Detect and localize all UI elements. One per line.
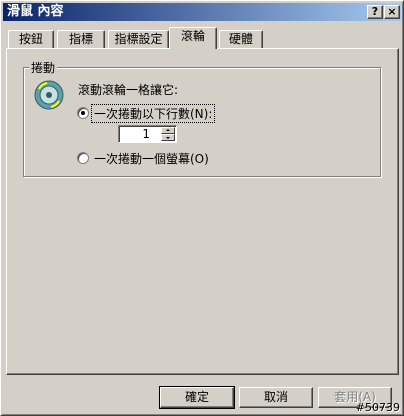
title-bar[interactable]: 滑鼠 內容 ? × [3,3,401,21]
mouse-wheel-icon [34,80,64,110]
tab-buttons[interactable]: 按鈕 [8,30,54,49]
mouse-properties-dialog: 滑鼠 內容 ? × 按鈕 指標 指標設定 滾輪 硬體 捲動 滾動滾輪一格讓它: … [0,0,404,416]
watermark-text: #50739 [355,401,400,414]
scroll-group-legend: 捲動 [29,59,58,76]
ok-button[interactable]: 確定 [159,386,235,409]
lines-value[interactable]: 1 [142,127,150,141]
lines-spinbox[interactable]: 1 [118,125,177,143]
scroll-lines-radio[interactable] [77,107,89,119]
scroll-screen-label[interactable]: 一次捲動一個螢幕(O) [94,150,209,167]
tab-hardware[interactable]: 硬體 [219,30,263,49]
spin-buttons [161,127,175,141]
scroll-description: 滾動滾輪一格讓它: [78,83,179,97]
spin-down-icon[interactable] [161,134,175,141]
window-title: 滑鼠 內容 [7,4,64,19]
help-button[interactable]: ? [367,5,383,19]
tab-pointer-options[interactable]: 指標設定 [108,30,169,49]
spin-up-icon[interactable] [161,127,175,134]
close-button[interactable]: × [384,5,400,19]
scroll-screen-radio[interactable] [77,152,89,164]
tab-pointers[interactable]: 指標 [57,30,105,49]
scroll-lines-label[interactable]: 一次捲動以下行數(N): [90,104,216,123]
tab-wheel[interactable]: 滾輪 [169,27,217,49]
cancel-button[interactable]: 取消 [239,387,313,408]
